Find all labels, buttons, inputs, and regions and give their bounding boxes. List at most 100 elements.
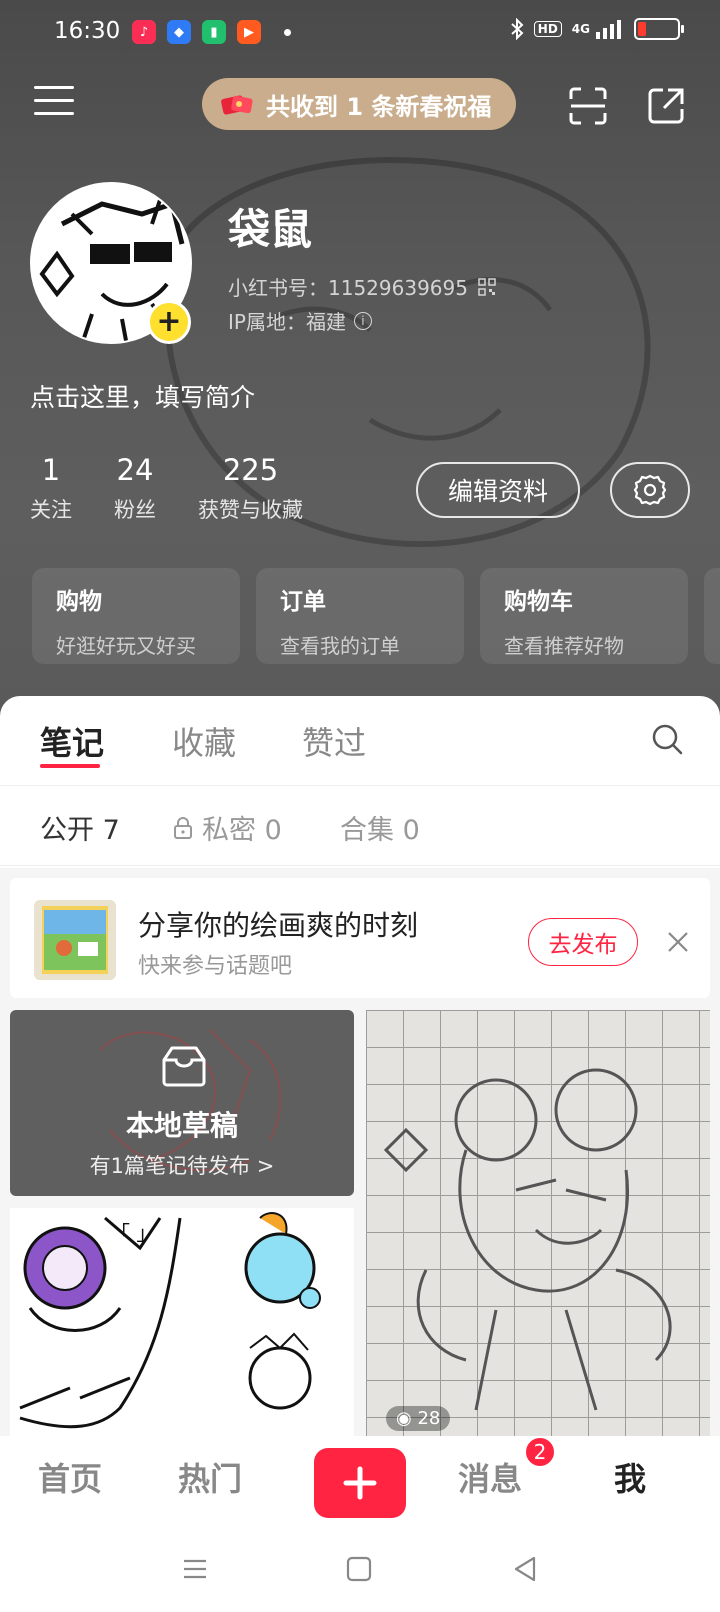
network-type: 4G [571, 22, 590, 36]
red-id: 小红书号：11529639695 [228, 276, 468, 300]
lock-icon [174, 816, 192, 839]
status-time: 16:30 [54, 18, 121, 44]
stat-label: 获赞与收藏 [198, 498, 303, 522]
stat-label: 关注 [30, 498, 72, 522]
service-title: 订单 [280, 589, 326, 615]
subtab-label: 公开 7 [40, 815, 120, 846]
phone-manager-icon: ▮ [202, 20, 226, 44]
views-badge: ◉ 28 [386, 1406, 451, 1431]
close-icon[interactable] [666, 930, 690, 954]
views-count: 28 [417, 1408, 441, 1429]
eye-icon: ◉ [396, 1408, 418, 1429]
stat-followers[interactable]: 24 粉丝 [114, 452, 156, 524]
stat-likes-collects[interactable]: 225 获赞与收藏 [198, 452, 303, 524]
battery-icon [634, 18, 684, 40]
menu-icon-line [34, 112, 74, 115]
profile-stats: 1 关注 24 粉丝 225 获赞与收藏 [30, 452, 303, 524]
promo-thumbnail [34, 900, 116, 980]
recent-apps-icon[interactable] [180, 1554, 210, 1584]
publish-button[interactable] [314, 1448, 406, 1518]
service-card-cart[interactable]: 购物车 查看推荐好物 [480, 568, 688, 664]
menu-icon-line [34, 99, 74, 102]
service-card-shopping[interactable]: 购物 好逛好玩又好买 [32, 568, 240, 664]
promo-subtitle: 快来参与话题吧 [138, 954, 293, 979]
service-card-orders[interactable]: 订单 查看我的订单 [256, 568, 464, 664]
video-app-icon: ▶ [237, 20, 261, 44]
subtab-label: 私密 0 [202, 815, 282, 846]
draft-title: 本地草稿 [125, 1109, 238, 1142]
bottom-nav: 首页 热门 消息 2 我 [0, 1436, 720, 1526]
subtab-private[interactable]: 私密 0 [172, 808, 282, 847]
signal-icon [596, 20, 621, 39]
tab-liked[interactable]: 赞过 [302, 718, 366, 764]
content-sheet: 笔记 收藏 赞过 公开 7 私密 0 合集 0 分享你的绘画爽的时刻 快来参与话… [0, 696, 720, 1436]
back-icon[interactable] [510, 1554, 540, 1584]
stat-number: 1 [41, 453, 61, 487]
topic-promo-card[interactable]: 分享你的绘画爽的时刻 快来参与话题吧 去发布 [10, 878, 710, 998]
edit-profile-button[interactable]: 编辑资料 [416, 462, 580, 518]
nav-hot[interactable]: 热门 [178, 1454, 242, 1500]
active-tab-indicator [40, 764, 100, 768]
note-card[interactable]: 「 」 [10, 1208, 354, 1436]
status-bar: 16:30 ♪ ◆ ▮ ▶ HD 4G [0, 0, 720, 64]
local-drafts-card[interactable]: 本地草稿 有1篇笔记待发布 > [10, 1010, 354, 1196]
music-app-icon: ♪ [132, 20, 156, 44]
menu-button[interactable] [34, 86, 74, 122]
nickname: 袋鼠 [228, 205, 313, 254]
draft-subtitle: 有1篇笔记待发布 > [89, 1154, 275, 1178]
bluetooth-icon [511, 18, 524, 40]
note-card[interactable]: ◉ 28 [366, 1010, 710, 1436]
note-cover-drawing [383, 1068, 672, 1411]
drawing-thumbnail-image [34, 900, 116, 980]
subtab-label: 合集 0 [340, 815, 420, 846]
home-icon[interactable] [344, 1554, 374, 1584]
settings-button[interactable] [610, 462, 690, 518]
scan-icon[interactable] [568, 86, 608, 126]
stat-number: 24 [116, 453, 154, 487]
qr-code-icon [478, 277, 496, 296]
stat-following[interactable]: 1 关注 [30, 452, 72, 524]
subtab-public[interactable]: 公开 7 [40, 808, 120, 847]
info-icon: i [353, 311, 372, 330]
note-filter-tabs: 公开 7 私密 0 合集 0 [0, 786, 720, 866]
greeting-text: 共收到 1 条新春祝福 [266, 92, 492, 121]
status-indicators: HD 4G [510, 18, 684, 40]
stat-number: 225 [222, 453, 279, 487]
hd-badge: HD [533, 21, 562, 37]
service-title: 购物车 [504, 589, 573, 615]
more-notifications-dot [284, 29, 291, 36]
system-navigation-bar [0, 1526, 720, 1612]
service-subtitle: 好逛好玩又好买 [56, 634, 196, 658]
tab-collections[interactable]: 收藏 [172, 718, 236, 764]
nav-home[interactable]: 首页 [38, 1454, 102, 1500]
service-subtitle: 查看推荐好物 [504, 634, 624, 658]
service-cards: 购物 好逛好玩又好买 订单 查看我的订单 购物车 查看推荐好物 [32, 568, 720, 664]
go-publish-button[interactable]: 去发布 [528, 918, 638, 966]
bio[interactable]: 点击这里，填写简介 [30, 378, 255, 414]
menu-icon-line [34, 86, 74, 89]
status-notification-icons: ♪ ◆ ▮ ▶ [132, 20, 291, 44]
note-cover-drawing: 「 」 [10, 1208, 354, 1436]
profile-header: 16:30 ♪ ◆ ▮ ▶ HD 4G 共收到 1 条新春祝福 + 袋鼠 小红书… [0, 0, 720, 720]
search-icon[interactable] [650, 722, 684, 756]
service-card-more[interactable] [704, 568, 720, 664]
tab-notes[interactable]: 笔记 [40, 718, 104, 764]
gear-icon [633, 474, 667, 506]
new-year-greeting-pill[interactable]: 共收到 1 条新春祝福 [202, 78, 516, 130]
battery-level [638, 22, 646, 36]
draft-box-icon [162, 1046, 206, 1087]
plus-icon [343, 1466, 377, 1500]
red-id-row[interactable]: 小红书号：11529639695 [228, 272, 496, 301]
browser-app-icon: ◆ [167, 20, 191, 44]
service-title: 购物 [56, 589, 102, 615]
add-avatar-button[interactable]: + [147, 300, 191, 344]
nav-messages[interactable]: 消息 [458, 1454, 522, 1500]
nav-me[interactable]: 我 [614, 1454, 646, 1500]
top-bar: 共收到 1 条新春祝福 [0, 78, 720, 134]
red-envelope-icon [221, 95, 253, 115]
share-icon[interactable] [646, 86, 686, 126]
promo-title: 分享你的绘画爽的时刻 [138, 909, 419, 942]
subtab-collections[interactable]: 合集 0 [340, 808, 420, 847]
note-drawing-text: 「 」 [110, 1221, 156, 1245]
ip-location-row[interactable]: IP属地：福建 i [228, 306, 372, 335]
